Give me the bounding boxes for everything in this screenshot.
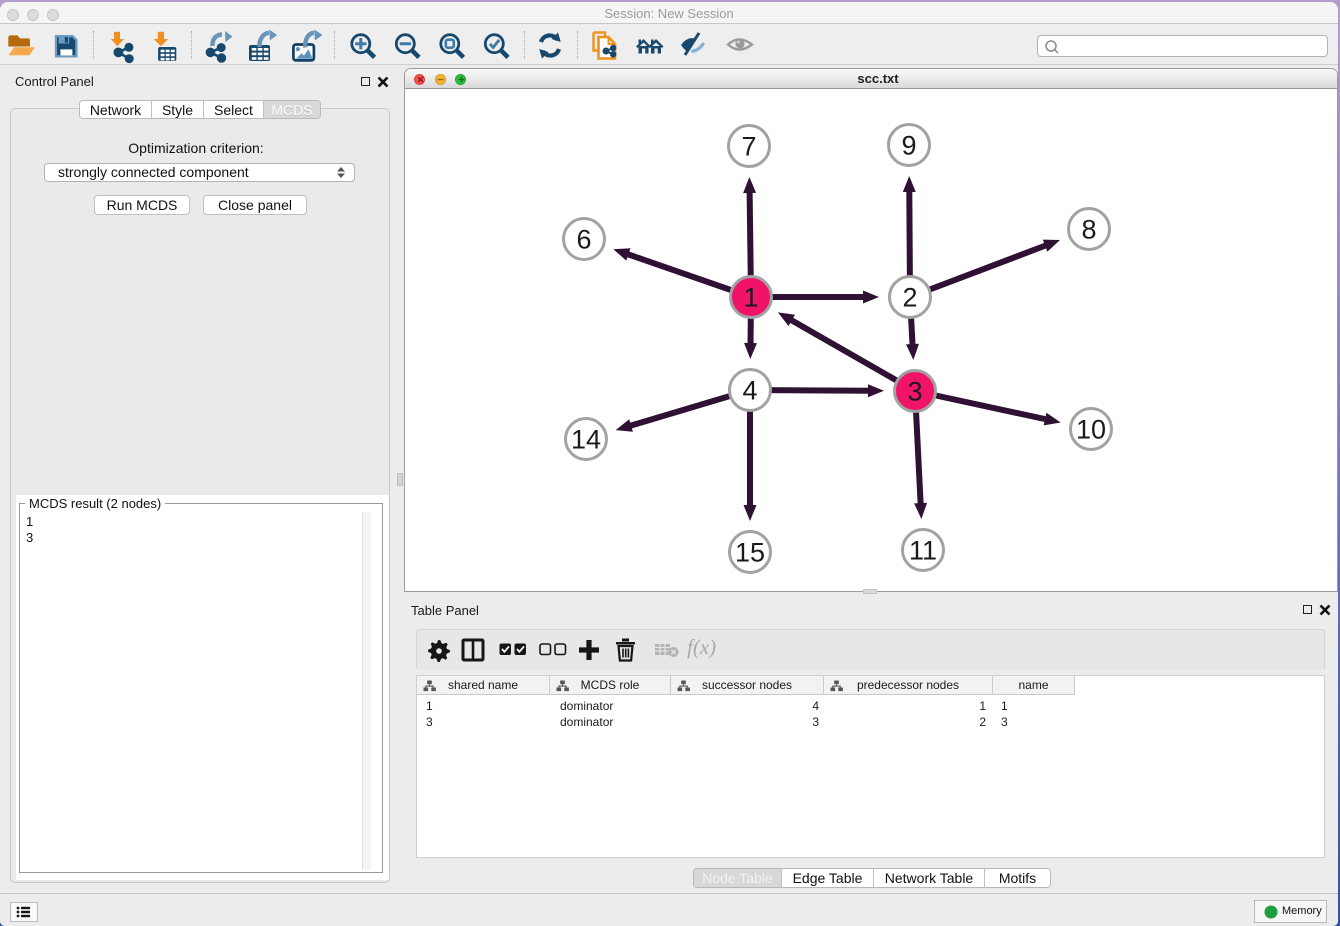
svg-text:6: 6 — [576, 225, 591, 255]
svg-text:3: 3 — [907, 377, 922, 407]
svg-text:10: 10 — [1076, 415, 1106, 445]
svg-text:11: 11 — [909, 536, 937, 566]
svg-text:14: 14 — [571, 425, 601, 455]
svg-text:1: 1 — [743, 283, 758, 313]
svg-text:7: 7 — [741, 132, 756, 162]
svg-text:2: 2 — [902, 283, 917, 313]
svg-text:9: 9 — [901, 131, 916, 161]
svg-text:4: 4 — [742, 376, 757, 406]
svg-text:15: 15 — [735, 538, 765, 568]
svg-text:8: 8 — [1081, 215, 1096, 245]
